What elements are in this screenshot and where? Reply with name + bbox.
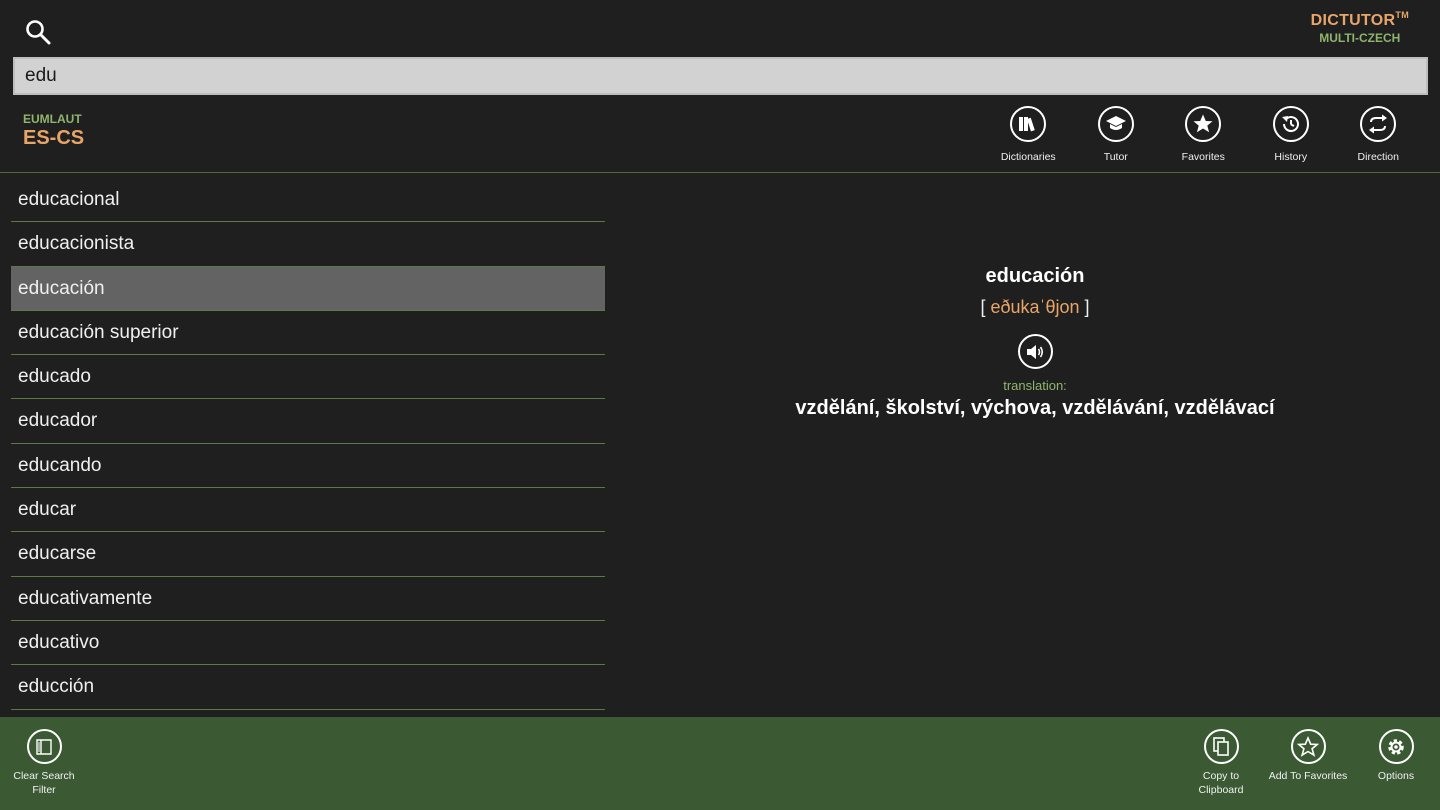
word-list-item[interactable]: educacionista [11,222,605,267]
history-icon [1272,106,1309,142]
copy-to-clipboard-label: Copy to Clipboard [1198,770,1244,796]
top-bar: DICTUTORTM MULTI-CZECH [0,0,1440,56]
dictionaries-button[interactable]: Dictionaries [985,106,1073,163]
favorites-button[interactable]: Favorites [1160,106,1248,163]
options-label: Options [1377,770,1415,782]
dictionary-vendor: EUMLAUT [23,112,82,126]
search-input[interactable] [13,57,1428,95]
add-to-favorites-label: Add To Favorites [1268,770,1348,782]
word-list-item[interactable]: educación [11,266,605,311]
history-button[interactable]: History [1247,106,1335,163]
brand-subtitle: MULTI-CZECH [1319,31,1401,45]
trademark: TM [1395,10,1409,20]
speaker-icon [1027,344,1044,359]
word-list-item[interactable]: educacional [11,178,605,223]
word-list-item[interactable]: educción [11,665,605,710]
direction-label: Direction [1357,151,1399,163]
word-list-item[interactable]: educando [11,444,605,489]
word-list-item[interactable]: educación superior [11,311,605,356]
options-button[interactable]: Options [1351,729,1440,784]
gear-icon [1378,729,1414,764]
word-list-item[interactable]: educado [11,355,605,400]
tutor-label: Tutor [1103,151,1128,163]
star-outline-icon [1290,729,1326,764]
add-to-favorites-button[interactable]: Add To Favorites [1263,729,1353,784]
entry-detail: educación [ eðukaˈθjon ] translation: vz… [630,265,1440,420]
graduation-cap-icon [1097,106,1134,142]
word-list-item[interactable]: educativamente [11,577,605,621]
word-list-item[interactable]: educador [11,399,605,444]
star-icon [1185,106,1222,142]
books-icon [1010,106,1047,142]
search-icon[interactable] [24,18,52,46]
phonetic-ipa: eðukaˈθjon [990,297,1080,317]
clear-search-filter-button[interactable]: Clear Search Filter [0,729,89,797]
clear-filter-icon [26,729,62,764]
headword: educación [985,265,1085,287]
bottom-app-bar: Clear Search Filter Copy to Clipboard Ad… [0,717,1440,810]
word-list-item[interactable]: educarse [11,532,605,577]
clear-search-filter-label: Clear Search Filter [13,770,75,796]
translation-label: translation: [1003,378,1067,393]
language-pair: ES-CS [23,127,85,149]
play-pronunciation-button[interactable] [1017,334,1053,369]
word-list: educacional educacionista educación educaci… [11,178,605,710]
header-divider [0,172,1440,173]
swap-direction-icon [1360,106,1397,142]
direction-button[interactable]: Direction [1335,106,1423,163]
tutor-button[interactable]: Tutor [1072,106,1160,163]
copy-to-clipboard-button[interactable]: Copy to Clipboard [1176,729,1266,797]
copy-icon [1203,729,1239,764]
history-label: History [1274,151,1308,163]
phonetic-open-bracket: [ [980,297,991,317]
phonetic-transcription: [ eðukaˈθjon ] [630,297,1440,318]
brand-name: DICTUTOR [1310,12,1396,29]
word-list-item[interactable]: educativo [11,621,605,666]
brand-logo: DICTUTORTM MULTI-CZECH [1310,10,1409,45]
dictionaries-label: Dictionaries [1000,151,1056,163]
top-toolbar: Dictionaries Tutor Favorites History Dir… [985,106,1423,163]
translation-text: vzdělání, školství, výchova, vzdělávání,… [795,397,1275,419]
word-list-item[interactable]: educar [11,488,605,533]
dictionary-label: EUMLAUT ES-CS [23,112,84,150]
phonetic-close-bracket: ] [1079,297,1090,317]
favorites-label: Favorites [1181,151,1225,163]
